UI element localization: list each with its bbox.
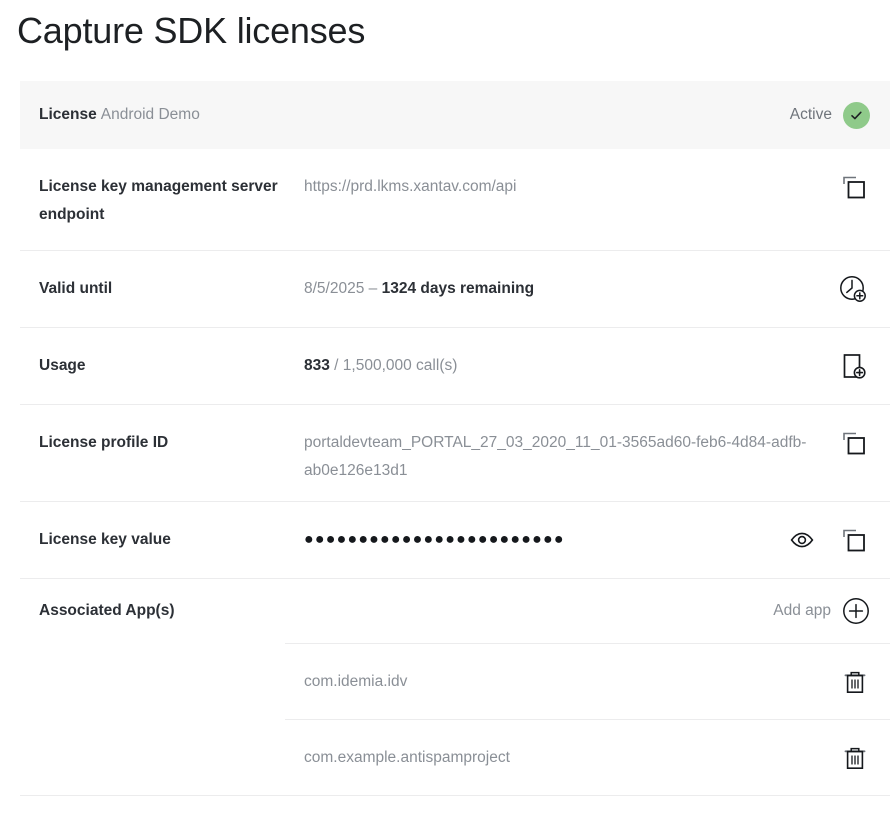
trash-icon: [840, 743, 870, 773]
row-license-profile-id: License profile ID portaldevteam_PORTAL_…: [20, 404, 890, 501]
usage-quota: / 1,500,000 call(s): [329, 357, 458, 374]
app-list-item: com.example.antispamproject: [285, 719, 890, 795]
status-label: Active: [789, 106, 832, 123]
row-value: portaldevteam_PORTAL_27_03_2020_11_01-35…: [304, 434, 807, 479]
app-package-name: com.example.antispamproject: [304, 748, 510, 766]
license-details-page: Capture SDK licenses License Android Demo…: [0, 0, 890, 827]
associated-apps-label: Associated App(s): [39, 602, 175, 619]
page-add-icon: [837, 350, 870, 383]
masked-license-key: ●●●●●●●●●●●●●●●●●●●●●●●●: [304, 531, 565, 548]
reveal-license-key-button[interactable]: [789, 527, 815, 553]
usage-count: 833: [304, 357, 330, 374]
row-license-key-management-endpoint: License key management server endpoint h…: [20, 149, 890, 250]
app-row-actions: [840, 743, 870, 773]
row-actions: [789, 502, 870, 560]
row-actions: [836, 251, 870, 309]
row-actions: [837, 328, 870, 386]
license-card-header: License Android Demo Active: [20, 81, 890, 149]
copy-icon: [837, 427, 870, 460]
license-status-group: Active: [789, 101, 870, 129]
delete-app-button[interactable]: [840, 667, 870, 697]
row-value: https://prd.lkms.xantav.com/api: [304, 178, 517, 195]
extend-validity-button[interactable]: [836, 272, 870, 306]
copy-icon: [837, 171, 870, 204]
copy-profile-id-button[interactable]: [837, 427, 870, 460]
status-badge: [843, 101, 870, 129]
page-title: Capture SDK licenses: [17, 10, 366, 51]
days-remaining: 1324 days remaining: [381, 280, 535, 297]
license-label: License: [39, 106, 97, 123]
copy-endpoint-button[interactable]: [837, 171, 870, 204]
check-icon: [849, 108, 864, 123]
copy-icon: [837, 524, 870, 557]
row-license-key-value: License key value ●●●●●●●●●●●●●●●●●●●●●●…: [20, 501, 890, 578]
row-value: 833 / 1,500,000 call(s): [304, 328, 837, 380]
row-value: 8/5/2025 – 1324 days remaining: [304, 251, 836, 303]
plus-circle-icon: [842, 597, 870, 625]
add-app-group[interactable]: Add app: [773, 597, 870, 625]
add-app-button[interactable]: [842, 597, 870, 625]
row-label: License profile ID: [39, 434, 169, 451]
row-label: Valid until: [39, 280, 113, 297]
valid-until-date: 8/5/2025 –: [304, 280, 382, 297]
row-label: License key value: [39, 531, 171, 548]
add-calls-button[interactable]: [837, 350, 870, 383]
license-name: Android Demo: [100, 106, 200, 123]
row-actions: [837, 149, 870, 207]
add-app-label: Add app: [773, 602, 831, 619]
trash-icon: [840, 667, 870, 697]
card-bottom-divider: [20, 795, 890, 796]
app-list-item: com.idemia.idv: [285, 643, 890, 719]
row-actions: [837, 405, 870, 463]
associated-apps-header: Associated App(s) Add app: [20, 578, 890, 643]
license-name-block: License Android Demo: [39, 106, 200, 124]
delete-app-button[interactable]: [840, 743, 870, 773]
copy-license-key-button[interactable]: [837, 524, 870, 557]
row-usage: Usage 833 / 1,500,000 call(s): [20, 327, 890, 404]
app-row-actions: [840, 667, 870, 697]
eye-icon: [789, 527, 815, 553]
row-label: License key management server endpoint: [39, 178, 278, 223]
row-label: Usage: [39, 357, 86, 374]
app-package-name: com.idemia.idv: [304, 672, 408, 690]
clock-add-icon: [836, 272, 870, 306]
row-valid-until: Valid until 8/5/2025 – 1324 days remaini…: [20, 250, 890, 327]
license-card: License Android Demo Active License key m…: [20, 81, 890, 796]
